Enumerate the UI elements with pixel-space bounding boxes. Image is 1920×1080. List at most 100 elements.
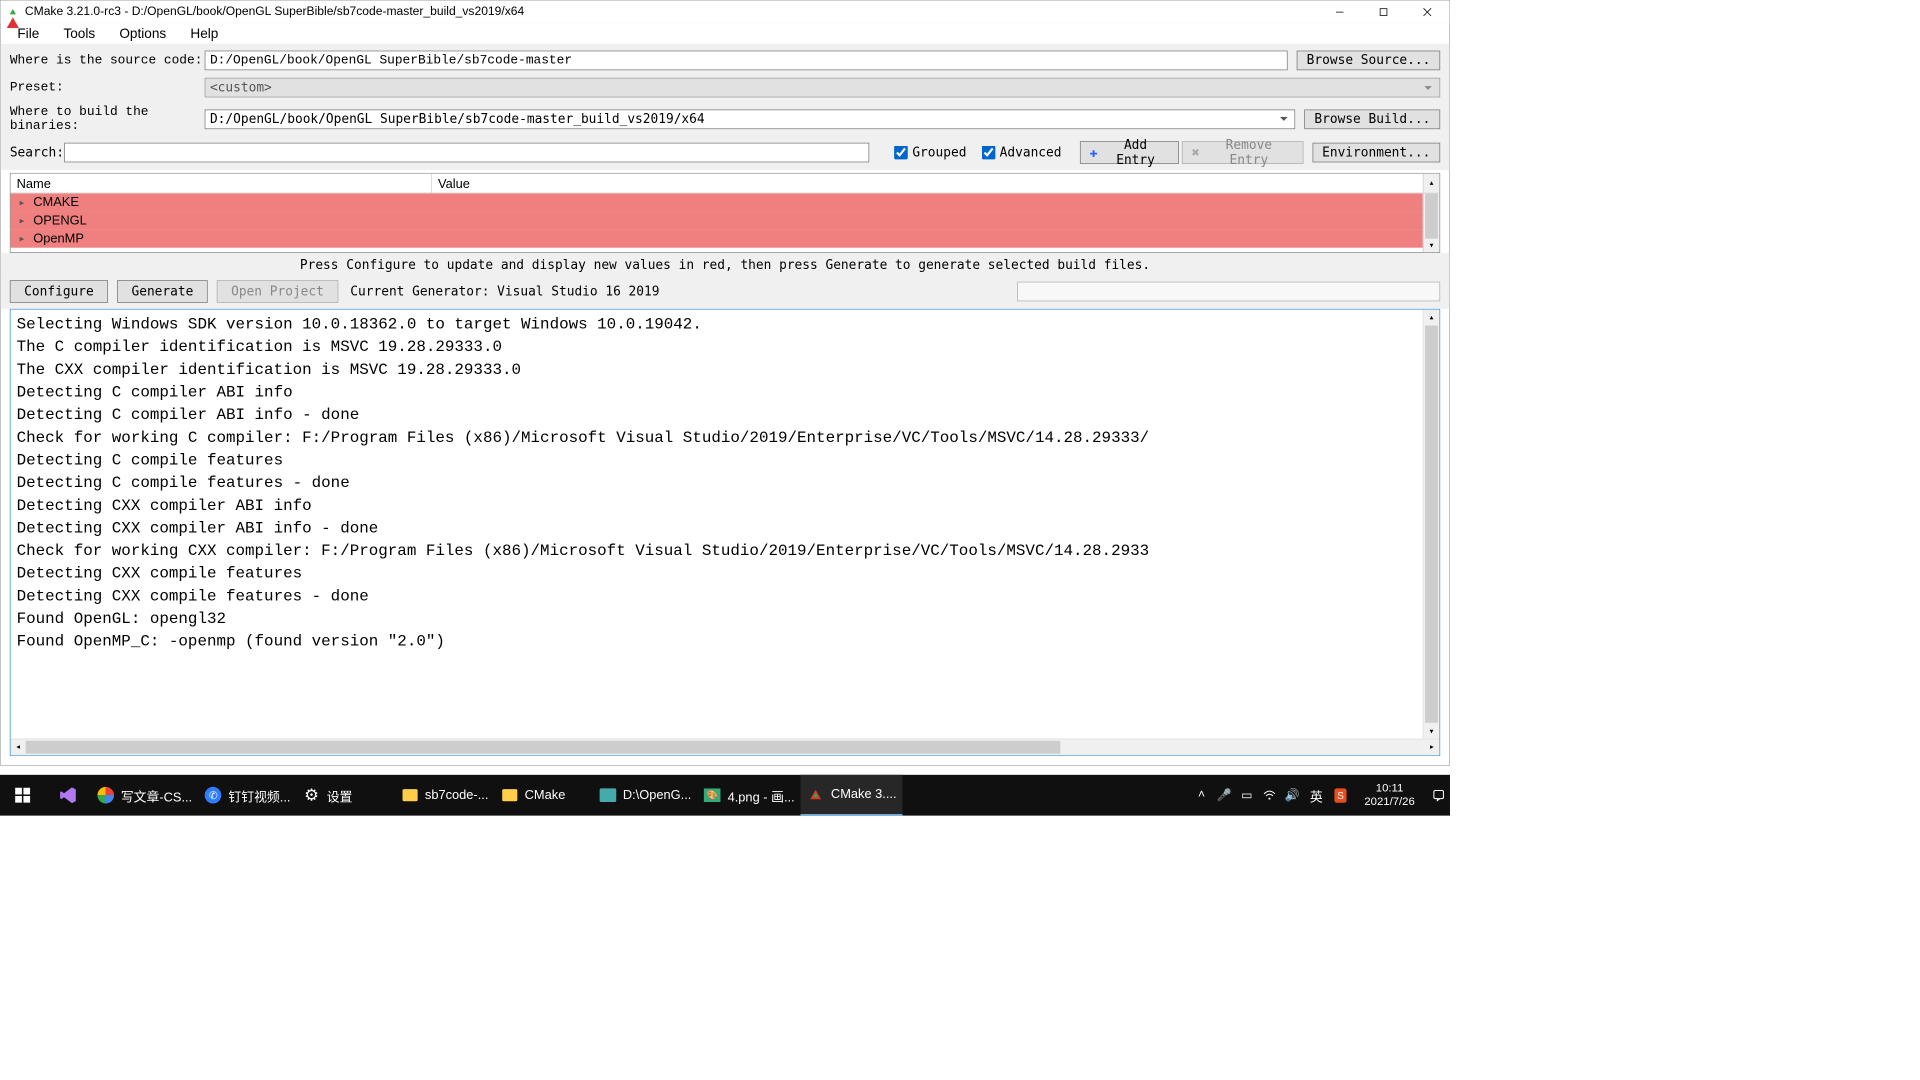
app-window: CMake 3.21.0-rc3 - D:/OpenGL/book/OpenGL… [0,0,1450,766]
output-text[interactable]: Selecting Windows SDK version 10.0.18362… [11,310,1440,756]
add-entry-button[interactable]: ✚ Add Entry [1080,141,1179,164]
taskbar-item-label: D:\OpenG... [623,788,691,803]
taskbar-item-label: sb7code-... [425,788,489,803]
browse-build-button[interactable]: Browse Build... [1305,110,1441,130]
output-panel: Selecting Windows SDK version 10.0.18362… [10,309,1440,756]
taskbar-item-label: 钉钉视频... [228,786,290,805]
cache-group-name: OpenMP [33,231,84,246]
scroll-right-icon[interactable]: ▸ [1424,739,1439,755]
taskbar-item-label: CMake 3.... [831,787,897,802]
cache-group-row[interactable]: ▸OpenMP [11,230,1423,248]
tray-app-icon[interactable]: S [1329,788,1352,802]
maximize-button[interactable] [1362,0,1406,23]
current-generator-text: Current Generator: Visual Studio 16 2019 [350,284,659,299]
advanced-checkbox[interactable]: Advanced [982,145,1062,160]
source-input[interactable] [205,51,1288,71]
configure-hint: Press Configure to update and display ne… [1,253,1449,277]
taskbar-item[interactable]: 写文章-CS... [91,775,199,816]
cache-group-name: OPENGL [33,213,87,228]
taskbar-item-icon: 🎨 [703,786,721,804]
source-label: Where is the source code: [10,53,205,67]
taskbar-item[interactable]: 🎨 4.png - 画... [697,775,800,816]
environment-button[interactable]: Environment... [1312,143,1440,163]
taskbar-item-icon [807,785,825,803]
remove-icon: ✖ [1192,145,1200,161]
menu-options[interactable]: Options [107,23,178,45]
scroll-up-icon[interactable]: ▴ [1423,174,1440,193]
grouped-label: Grouped [912,145,966,160]
taskbar-vs-icon[interactable] [45,775,90,816]
open-project-button[interactable]: Open Project [217,280,338,303]
expand-icon[interactable]: ▸ [11,215,34,226]
close-button[interactable] [1405,0,1449,23]
taskbar-item-icon [599,786,617,804]
generate-button[interactable]: Generate [117,280,208,303]
taskbar-item-icon [401,786,419,804]
taskbar-item-label: 4.png - 画... [728,786,795,805]
scroll-up-icon[interactable]: ▴ [1424,310,1440,325]
system-tray: ˄ 🎤 ▭ 🔊 英 S 10:11 2021/7/26 [1190,775,1450,816]
tray-wifi-icon[interactable] [1258,788,1281,802]
cache-table: Name Value ▴ ▸CMAKE▸OPENGL▸OpenMP ▾ [10,173,1440,253]
cache-group-name: CMAKE [33,195,79,210]
advanced-checkbox-input[interactable] [982,146,996,160]
taskbar-item-label: 写文章-CS... [121,786,192,805]
tray-ime-indicator[interactable]: 英 [1303,786,1329,805]
taskbar-item-label: CMake [525,788,566,803]
configure-button[interactable]: Configure [10,280,108,303]
progress-bar [1017,282,1440,302]
titlebar: CMake 3.21.0-rc3 - D:/OpenGL/book/OpenGL… [1,1,1449,24]
menu-help[interactable]: Help [178,23,230,45]
scroll-down-icon[interactable]: ▾ [1424,723,1440,738]
taskbar-item[interactable]: ✆ 钉钉视频... [198,775,296,816]
search-label: Search: [10,145,64,160]
output-vertical-scrollbar[interactable]: ▴ ▾ [1423,310,1440,739]
expand-icon[interactable]: ▸ [11,233,34,244]
tray-time: 10:11 [1358,782,1421,796]
remove-entry-label: Remove Entry [1204,137,1293,167]
tray-chevron-up-icon[interactable]: ˄ [1190,788,1213,802]
taskbar-item-icon [500,786,518,804]
taskbar-item-icon: ⚙ [303,786,321,804]
taskbar-item[interactable]: sb7code-... [395,775,495,816]
taskbar-item[interactable]: CMake [494,775,592,816]
cache-group-row[interactable]: ▸OPENGL [11,211,1423,229]
paths-panel: Where is the source code: Browse Source.… [1,45,1449,170]
column-header-name[interactable]: Name [11,174,432,193]
start-button[interactable] [0,775,45,816]
taskbar-item-icon: ✆ [204,786,222,804]
build-input[interactable] [205,110,1296,130]
column-header-value[interactable]: Value [432,174,1423,193]
tray-clock[interactable]: 10:11 2021/7/26 [1352,782,1428,809]
cache-vertical-scrollbar[interactable]: ▾ [1423,193,1440,252]
grouped-checkbox-input[interactable] [894,146,908,160]
preset-value: <custom> [210,80,272,95]
window-title: CMake 3.21.0-rc3 - D:/OpenGL/book/OpenGL… [25,5,1318,19]
scroll-left-icon[interactable]: ◂ [11,739,26,755]
tray-battery-icon[interactable]: ▭ [1236,788,1259,803]
taskbar: 写文章-CS... ✆ 钉钉视频... ⚙ 设置 sb7code-... CMake D:\O… [0,775,1450,816]
preset-select[interactable]: <custom> [205,78,1441,98]
search-input[interactable] [64,143,869,163]
tray-volume-icon[interactable]: 🔊 [1281,788,1304,803]
plus-icon: ✚ [1089,145,1097,161]
grouped-checkbox[interactable]: Grouped [894,145,966,160]
build-label: Where to build the binaries: [10,105,205,134]
output-horizontal-scrollbar[interactable]: ◂ ▸ [11,739,1440,756]
expand-icon[interactable]: ▸ [11,197,34,208]
taskbar-item[interactable]: ⚙ 设置 [297,775,395,816]
taskbar-item-label: 设置 [327,786,353,805]
remove-entry-button[interactable]: ✖ Remove Entry [1182,141,1303,164]
tray-notifications-icon[interactable] [1427,788,1450,802]
minimize-button[interactable] [1318,0,1362,23]
browse-source-button[interactable]: Browse Source... [1297,51,1440,71]
advanced-label: Advanced [1000,145,1062,160]
tray-mic-icon[interactable]: 🎤 [1213,788,1236,803]
tray-date: 2021/7/26 [1358,795,1421,809]
menu-tools[interactable]: Tools [51,23,107,45]
taskbar-item[interactable]: D:\OpenG... [593,775,698,816]
cache-group-row[interactable]: ▸CMAKE [11,193,1423,211]
taskbar-item[interactable]: CMake 3.... [801,775,903,816]
scroll-down-icon[interactable]: ▾ [1424,239,1440,253]
preset-label: Preset: [10,80,205,94]
